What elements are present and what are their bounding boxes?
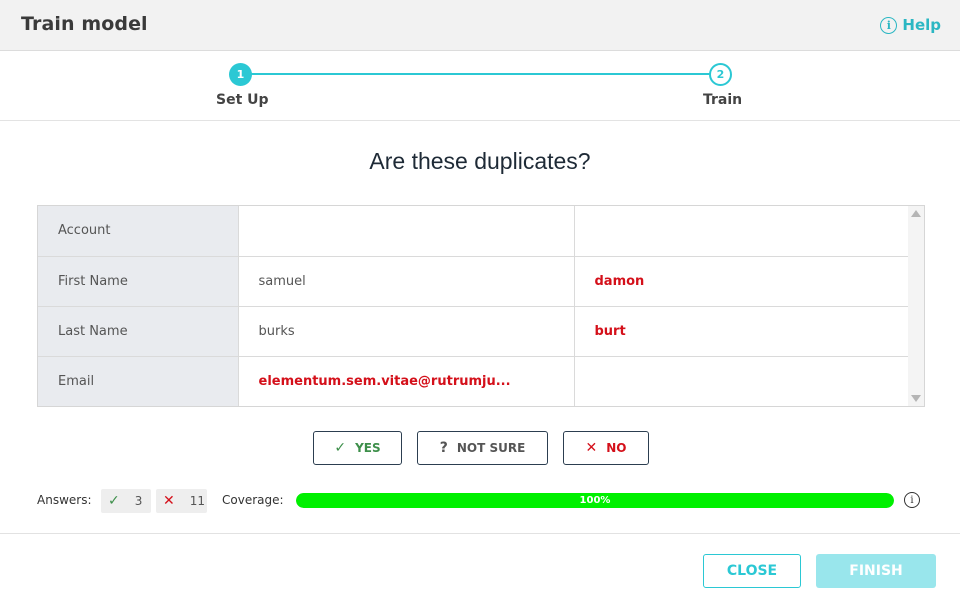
help-label: Help bbox=[902, 16, 941, 34]
info-icon: i bbox=[880, 16, 898, 34]
table-row: Account bbox=[38, 206, 910, 257]
field-label: Email bbox=[38, 356, 239, 406]
field-label: Last Name bbox=[38, 306, 239, 357]
coverage-label: Coverage: bbox=[222, 493, 284, 507]
table-scrollbar[interactable] bbox=[908, 206, 924, 406]
right-value bbox=[574, 356, 910, 406]
right-value: burt bbox=[574, 306, 910, 357]
cross-icon: ✕ bbox=[163, 493, 175, 509]
field-label: Account bbox=[38, 206, 239, 257]
scroll-down-icon[interactable] bbox=[911, 395, 921, 402]
no-button[interactable]: ✕ NO bbox=[563, 431, 649, 465]
scroll-up-icon[interactable] bbox=[911, 210, 921, 217]
comparison-table: Account First Name samuel damon Last Nam… bbox=[37, 205, 925, 407]
yes-count: 3 bbox=[134, 494, 143, 508]
yes-label: YES bbox=[355, 441, 381, 455]
left-value: samuel bbox=[238, 256, 575, 307]
check-icon: ✓ bbox=[108, 493, 120, 509]
right-value: damon bbox=[574, 256, 910, 307]
finish-button[interactable]: FINISH bbox=[816, 554, 936, 588]
no-count: 11 bbox=[189, 494, 206, 508]
stepper: 1 2 Set Up Train bbox=[0, 51, 960, 121]
yes-count-badge: ✓ 3 bbox=[101, 489, 151, 513]
right-value bbox=[574, 206, 910, 257]
close-button[interactable]: CLOSE bbox=[703, 554, 801, 588]
left-value: burks bbox=[238, 306, 575, 357]
answers-label: Answers: bbox=[37, 493, 92, 507]
step-1-label: Set Up bbox=[216, 92, 269, 108]
field-label: First Name bbox=[38, 256, 239, 307]
dialog-title: Train model bbox=[21, 13, 148, 35]
no-count-badge: ✕ 11 bbox=[156, 489, 207, 513]
left-value bbox=[238, 206, 575, 257]
table-row: Email elementum.sem.vitae@rutrumju... bbox=[38, 356, 910, 406]
coverage-percent: 100% bbox=[579, 495, 611, 506]
step-1-indicator: 1 bbox=[229, 63, 252, 86]
dialog-header: Train model i Help bbox=[0, 0, 960, 51]
left-value: elementum.sem.vitae@rutrumju... bbox=[238, 356, 575, 406]
footer-divider bbox=[0, 533, 960, 534]
info-icon[interactable]: i bbox=[904, 492, 920, 508]
help-link[interactable]: i Help bbox=[880, 16, 941, 34]
cross-icon: ✕ bbox=[585, 440, 598, 456]
check-icon: ✓ bbox=[334, 440, 347, 456]
no-label: NO bbox=[606, 441, 627, 455]
table-row: First Name samuel damon bbox=[38, 256, 910, 307]
table-row: Last Name burks burt bbox=[38, 306, 910, 357]
question-heading: Are these duplicates? bbox=[369, 148, 591, 174]
step-2-indicator: 2 bbox=[709, 63, 732, 86]
not-sure-button[interactable]: ? NOT SURE bbox=[417, 431, 548, 465]
not-sure-label: NOT SURE bbox=[456, 441, 526, 455]
coverage-progress-bar: 100% bbox=[296, 493, 894, 508]
question-mark-icon: ? bbox=[439, 440, 448, 456]
step-2-label: Train bbox=[703, 92, 743, 108]
yes-button[interactable]: ✓ YES bbox=[313, 431, 402, 465]
step-connector bbox=[251, 73, 710, 75]
